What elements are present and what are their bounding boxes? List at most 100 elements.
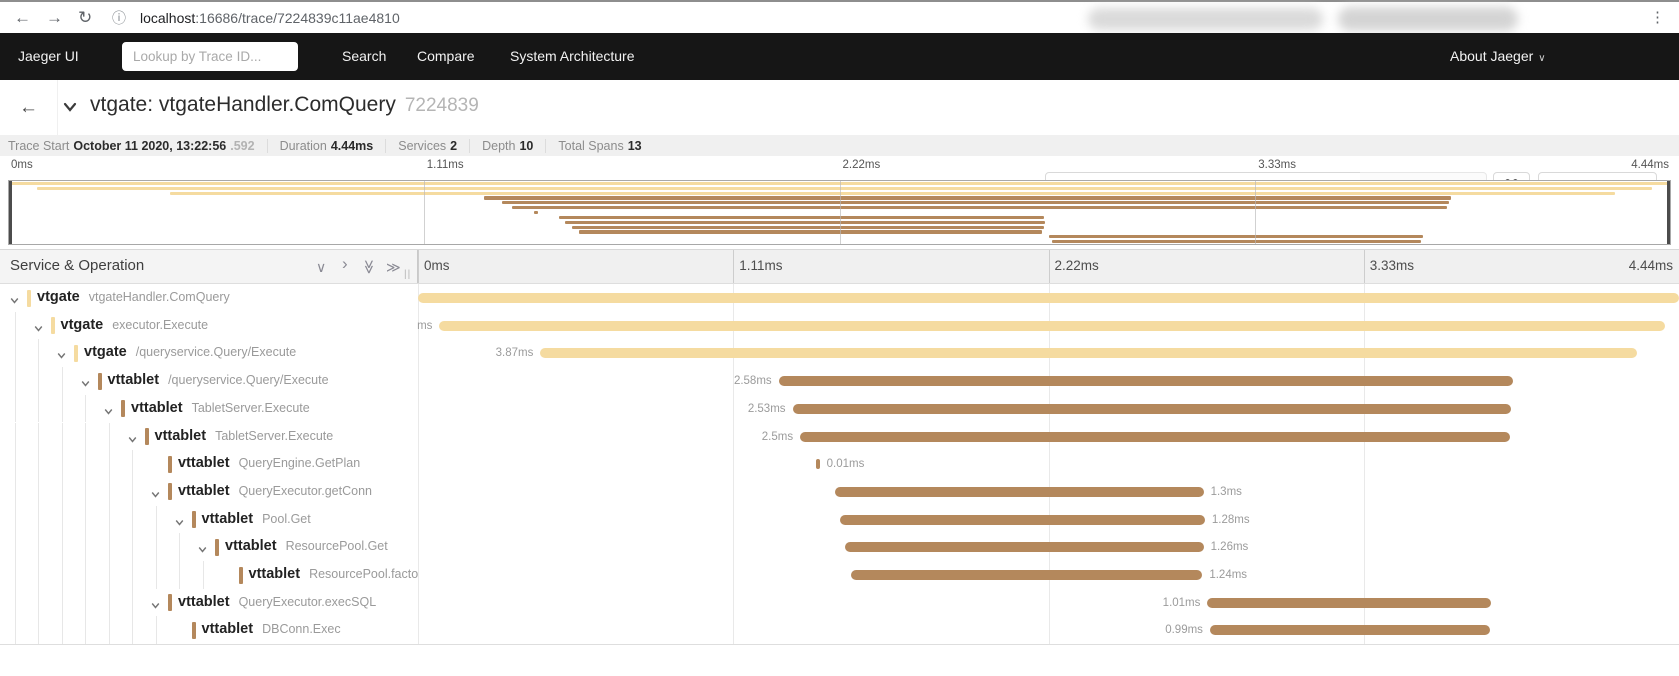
tree-indent-guide: [62, 533, 63, 561]
span-bar-row[interactable]: 2.5ms: [418, 423, 1679, 451]
span-bar-row[interactable]: 2.58ms: [418, 367, 1679, 395]
span-bar[interactable]: [800, 432, 1510, 442]
browser-reload-icon[interactable]: ↻: [78, 6, 92, 30]
span-tree-row[interactable]: vtgateexecutor.Execute: [0, 312, 418, 340]
span-bar[interactable]: [418, 293, 1679, 303]
chevron-down-icon[interactable]: [9, 293, 20, 311]
address-bar[interactable]: localhost:16686/trace/7224839c11ae4810: [140, 9, 400, 27]
span-bar-row[interactable]: 1.26ms: [418, 533, 1679, 561]
tree-indent-guide: [38, 616, 39, 644]
span-tree-row[interactable]: vtgatevtgateHandler.ComQuery: [0, 284, 418, 312]
tree-indent-guide: [85, 533, 86, 561]
span-tree-row[interactable]: vttabletTabletServer.Execute: [0, 395, 418, 423]
minimap-right-scrubber[interactable]: [1667, 181, 1670, 244]
chevron-down-icon[interactable]: [150, 598, 161, 616]
tree-indent-guide: [85, 395, 86, 423]
expand-one-icon[interactable]: ›: [342, 256, 348, 272]
service-color-swatch: [98, 373, 102, 390]
span-bar-row[interactable]: 1.3ms: [418, 478, 1679, 506]
span-bar[interactable]: [845, 542, 1203, 552]
span-operation-name: ResourcePool.factory: [309, 567, 418, 581]
collapse-one-icon[interactable]: ∨: [316, 259, 326, 275]
about-jaeger-menu[interactable]: About Jaeger∨: [1450, 33, 1546, 80]
chevron-down-icon[interactable]: [127, 432, 138, 450]
tree-indent-guide: [109, 561, 110, 589]
span-bar-row[interactable]: 2.53ms: [418, 395, 1679, 423]
chevron-down-icon[interactable]: [56, 348, 67, 366]
span-tree-row[interactable]: vttabletTabletServer.Execute: [0, 423, 418, 451]
nav-item-search[interactable]: Search: [342, 33, 386, 80]
span-bar[interactable]: [540, 348, 1637, 358]
back-button[interactable]: ←: [0, 80, 58, 135]
collapse-all-icon[interactable]: ≫: [362, 259, 377, 275]
trace-id-lookup-input[interactable]: [122, 42, 298, 71]
minimap-span-bar: [512, 206, 1447, 209]
span-bar[interactable]: [816, 459, 819, 469]
span-operation-name: /queryservice.Query/Execute: [136, 345, 297, 359]
trace-minimap[interactable]: [8, 180, 1671, 245]
collapse-trace-chevron-icon[interactable]: [62, 100, 78, 119]
chevron-down-icon[interactable]: [174, 515, 185, 533]
span-bar-row[interactable]: 1.01ms: [418, 589, 1679, 617]
span-tree-row[interactable]: vttabletQueryExecutor.getConn: [0, 478, 418, 506]
chevron-down-icon[interactable]: [80, 376, 91, 394]
span-bar-row[interactable]: ms: [418, 312, 1679, 340]
tree-indent-guide: [109, 506, 110, 534]
span-operation-name: QueryEngine.GetPlan: [239, 456, 361, 470]
minimap-gridline: [424, 181, 425, 244]
span-bar[interactable]: [793, 404, 1512, 414]
span-service-name: vttabletTabletServer.Execute: [155, 428, 334, 444]
span-bar[interactable]: [835, 487, 1203, 497]
span-bar[interactable]: [1210, 625, 1490, 635]
nav-item-compare[interactable]: Compare: [417, 33, 475, 80]
span-service-name: vttabletTabletServer.Execute: [131, 400, 310, 416]
browser-menu-icon[interactable]: ⋮: [1650, 6, 1665, 30]
nav-item-system-architecture[interactable]: System Architecture: [510, 33, 635, 80]
jaeger-logo[interactable]: Jaeger UI: [18, 33, 79, 80]
page-info-icon[interactable]: ⓘ: [112, 6, 126, 30]
meta-total-spans: Total Spans13: [545, 139, 653, 153]
back-arrow-icon: ←: [19, 97, 38, 118]
browser-forward-icon[interactable]: →: [46, 6, 63, 30]
span-bar-row[interactable]: [418, 284, 1679, 312]
span-bar-row[interactable]: 1.28ms: [418, 506, 1679, 534]
chevron-down-icon[interactable]: [103, 404, 114, 422]
chevron-down-icon[interactable]: [150, 487, 161, 505]
span-bar-row[interactable]: 0.99ms: [418, 616, 1679, 644]
tree-indent-guide: [109, 450, 110, 478]
minimap-tick-label: 2.22ms: [843, 159, 881, 171]
tree-indent-guide: [15, 312, 16, 340]
span-tree-row[interactable]: vttabletQueryEngine.GetPlan: [0, 450, 418, 478]
chevron-down-icon[interactable]: [197, 542, 208, 560]
meta-trace-start: Trace StartOctober 11 2020, 13:22:56.592: [8, 139, 267, 153]
rows-bottom-border: [0, 644, 1679, 645]
meta-services: Services2: [385, 139, 469, 153]
chevron-down-icon[interactable]: [33, 321, 44, 339]
span-bar[interactable]: [779, 376, 1513, 386]
tree-indent-guide: [109, 616, 110, 644]
span-tree-row[interactable]: vttabletResourcePool.factory: [0, 561, 418, 589]
browser-back-icon[interactable]: ←: [14, 6, 31, 30]
span-bar[interactable]: [439, 321, 1665, 331]
span-tree-row[interactable]: vttabletDBConn.Exec: [0, 616, 418, 644]
span-bar-row[interactable]: 1.24ms: [418, 561, 1679, 589]
service-operation-header: Service & Operation ∨ › ≫ ≫ ||: [0, 250, 418, 283]
trace-id-short: 7224839: [405, 95, 479, 116]
span-service-name: vtgate/queryservice.Query/Execute: [84, 344, 296, 360]
expand-all-icon[interactable]: ≫: [386, 259, 401, 275]
minimap-left-scrubber[interactable]: [9, 181, 12, 244]
span-tree-row[interactable]: vttablet/queryservice.Query/Execute: [0, 367, 418, 395]
span-tree-row[interactable]: vttabletQueryExecutor.execSQL: [0, 589, 418, 617]
span-bar[interactable]: [1207, 598, 1491, 608]
service-color-swatch: [168, 483, 172, 500]
tree-indent-guide: [62, 450, 63, 478]
tree-indent-guide: [15, 395, 16, 423]
span-bar-row[interactable]: 0.01ms: [418, 450, 1679, 478]
column-resize-grip[interactable]: ||: [404, 269, 411, 280]
span-tree-row[interactable]: vttabletResourcePool.Get: [0, 533, 418, 561]
span-bar-row[interactable]: 3.87ms: [418, 339, 1679, 367]
span-tree-row[interactable]: vtgate/queryservice.Query/Execute: [0, 339, 418, 367]
span-bar[interactable]: [851, 570, 1203, 580]
span-tree-row[interactable]: vttabletPool.Get: [0, 506, 418, 534]
span-bar[interactable]: [840, 515, 1204, 525]
